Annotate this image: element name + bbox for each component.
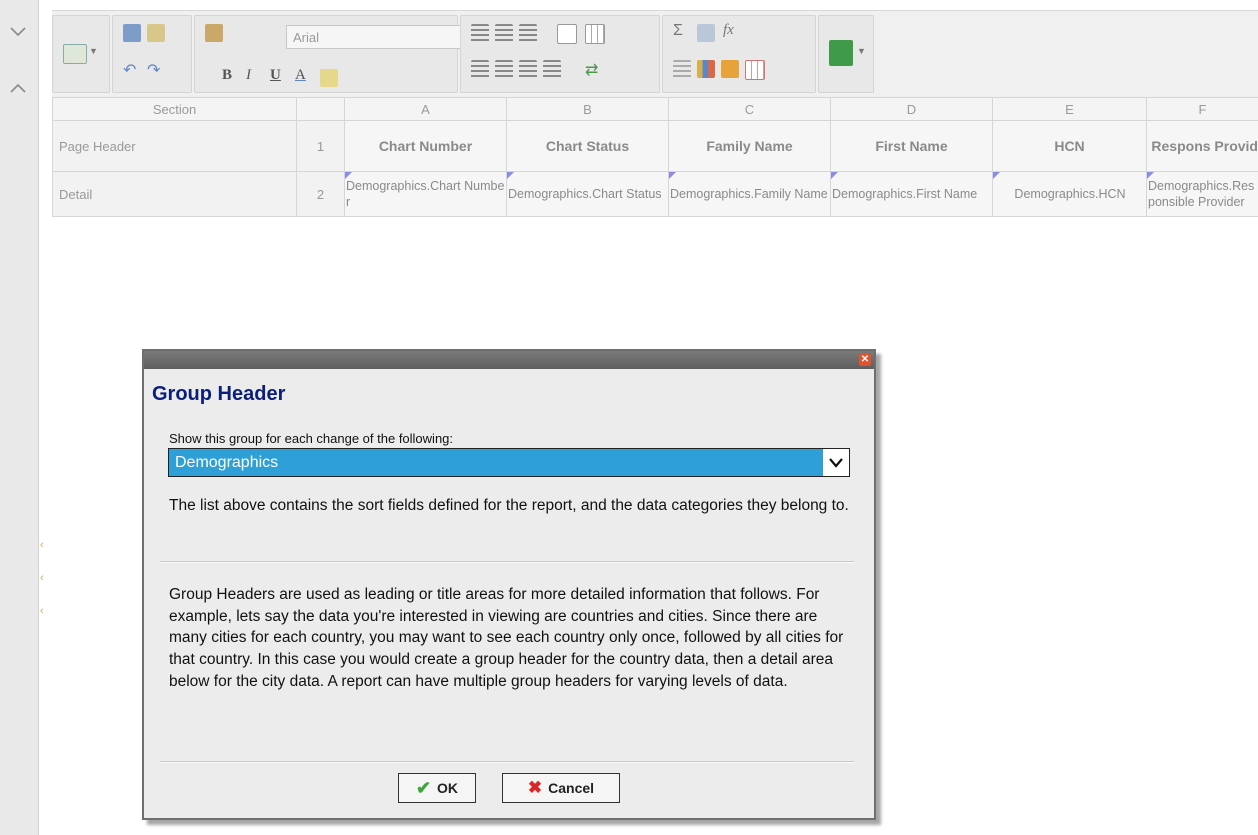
grid-cell[interactable]: Demographics.First Name — [830, 171, 993, 217]
align-center-icon[interactable] — [495, 60, 513, 78]
toolbar-group-export: ▼ — [818, 15, 874, 93]
row-number: 1 — [296, 120, 345, 172]
column-header[interactable]: E — [992, 97, 1147, 121]
sort-fields-description: The list above contains the sort fields … — [169, 497, 849, 514]
ok-button[interactable]: ✔ OK — [398, 773, 476, 803]
grid-cell[interactable]: Demographics.HCN — [992, 171, 1147, 217]
chevron-down-icon — [823, 449, 849, 476]
dialog-title: Group Header — [152, 383, 286, 405]
export-icon[interactable] — [147, 24, 165, 42]
align-left-icon[interactable] — [471, 24, 489, 42]
grid-cell[interactable]: Demographics.Chart Number — [344, 171, 507, 217]
group-field-select[interactable]: Demographics — [168, 448, 850, 477]
group-header-help-text: Group Headers are used as leading or tit… — [169, 586, 844, 690]
function-icon[interactable]: fx — [723, 22, 741, 40]
selected-value: Demographics — [175, 454, 279, 471]
group-field-label: Show this group for each change of the f… — [169, 431, 454, 446]
grid-cell[interactable]: First Name — [830, 120, 993, 172]
row-number: 2 — [296, 171, 345, 217]
excel-export-icon[interactable] — [829, 40, 853, 66]
align-right-icon[interactable] — [519, 24, 537, 42]
save-icon[interactable] — [123, 24, 141, 42]
grid-cell[interactable]: Family Name — [668, 120, 831, 172]
check-icon: ✔ — [415, 777, 432, 798]
column-header-row: Section A B C D E F — [52, 97, 1258, 121]
section-label[interactable]: Detail — [52, 171, 297, 217]
table-row: Page Header 1 Chart Number Chart Status … — [52, 120, 1258, 172]
dialog-titlebar[interactable]: ✕ — [144, 351, 874, 369]
grid-cell[interactable]: Demographics.Responsible Provider — [1146, 171, 1258, 217]
chevron-down-icon[interactable]: ▼ — [857, 46, 866, 56]
divider — [160, 561, 854, 563]
align-right-icon[interactable] — [519, 60, 537, 78]
align-justify-icon[interactable] — [543, 60, 561, 78]
report-grid: Section A B C D E F Page Header 1 Chart … — [52, 97, 1258, 217]
font-color-button[interactable]: A — [295, 67, 306, 84]
toolbar-group-insert: Σ fx — [662, 15, 816, 93]
toolbar-group-file: ↶ ↷ — [112, 15, 192, 93]
table-icon[interactable] — [585, 24, 605, 44]
wrap-text-icon[interactable]: ⇄ — [585, 60, 603, 79]
align-center-icon[interactable] — [495, 24, 513, 42]
grid-cell[interactable]: Chart Number — [344, 120, 507, 172]
undo-icon[interactable]: ↶ — [123, 60, 141, 79]
grid-cell[interactable]: HCN — [992, 120, 1147, 172]
section-column-header: Section — [52, 97, 297, 121]
toolbar-group-align: ⇄ — [460, 15, 660, 93]
bold-button[interactable]: B — [222, 67, 232, 84]
grid-cell[interactable]: Demographics.Family Name — [668, 171, 831, 217]
cancel-icon: ✖ — [527, 778, 543, 797]
chevron-up-icon[interactable] — [4, 74, 32, 102]
crosstab-icon[interactable] — [721, 60, 739, 78]
collapse-arrow-icon[interactable]: ‹ — [40, 540, 50, 551]
sum-icon[interactable]: Σ — [673, 22, 691, 40]
image-icon[interactable] — [697, 24, 715, 42]
border-icon[interactable] — [557, 24, 577, 44]
grid-cell[interactable]: Respons Provid — [1146, 120, 1258, 172]
toolbar: ▼ ↶ ↷ Arial ▼ B I U A ⇄ Σ fx — [52, 10, 1258, 98]
column-header[interactable]: D — [830, 97, 993, 121]
chart-icon[interactable] — [697, 60, 715, 78]
left-gutter — [0, 0, 39, 835]
row-number-header — [296, 97, 345, 121]
report-settings-icon[interactable] — [63, 44, 87, 64]
section-label[interactable]: Page Header — [52, 120, 297, 172]
table-row: Detail 2 Demographics.Chart Number Demog… — [52, 171, 1258, 217]
divider — [160, 761, 854, 763]
collapse-arrow-icon[interactable]: ‹ — [40, 606, 50, 617]
style-icon[interactable] — [205, 24, 223, 42]
column-header[interactable]: F — [1146, 97, 1258, 121]
column-header[interactable]: A — [344, 97, 507, 121]
collapse-arrow-icon[interactable]: ‹ — [40, 573, 50, 584]
column-header[interactable]: B — [506, 97, 669, 121]
column-header[interactable]: C — [668, 97, 831, 121]
list-icon[interactable] — [673, 60, 691, 78]
redo-icon[interactable]: ↷ — [147, 60, 165, 79]
chevron-down-icon[interactable]: ▼ — [89, 46, 98, 56]
grid-cell[interactable]: Chart Status — [506, 120, 669, 172]
underline-button[interactable]: U — [270, 67, 281, 84]
grid-cell[interactable]: Demographics.Chart Status — [506, 171, 669, 217]
align-justify-icon[interactable] — [471, 60, 489, 78]
chevron-down-icon[interactable] — [4, 18, 32, 46]
italic-button[interactable]: I — [246, 67, 251, 84]
fill-color-icon[interactable] — [320, 69, 338, 87]
toolbar-group-settings: ▼ — [52, 15, 110, 93]
cancel-button[interactable]: ✖ Cancel — [502, 773, 620, 803]
grid-icon[interactable] — [745, 60, 765, 80]
group-header-dialog: ✕ Group Header Show this group for each … — [142, 349, 876, 820]
close-icon[interactable]: ✕ — [859, 354, 871, 366]
